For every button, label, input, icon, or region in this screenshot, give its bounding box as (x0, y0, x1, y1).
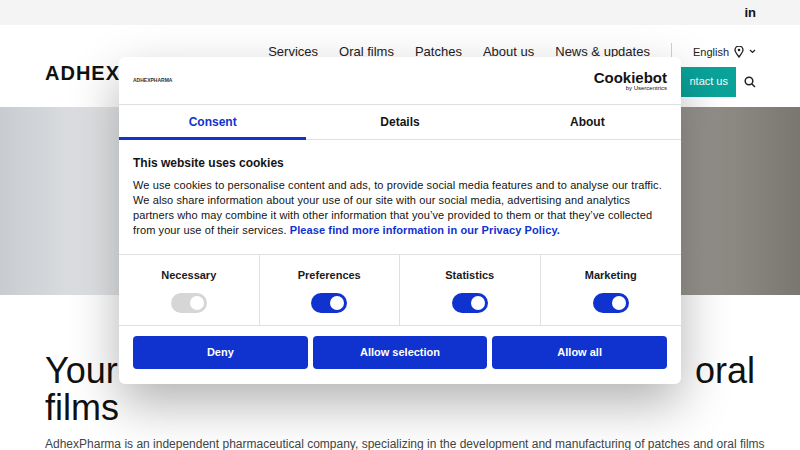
dialog-buttons: Deny Allow selection Allow all (119, 326, 681, 384)
dialog-content: This website uses cookies We use cookies… (119, 140, 681, 252)
headline-line2: films (45, 389, 755, 426)
site-logo: ADHEXPHARMA (133, 78, 172, 83)
toggle-switch[interactable] (593, 293, 629, 313)
headline-start: Your (45, 352, 118, 389)
pin-icon (734, 46, 744, 58)
cookie-dialog: ADHEXPHARMA Cookiebot by Usercentrics Co… (119, 57, 681, 384)
dialog-tab[interactable]: About (494, 105, 681, 139)
dialog-header: ADHEXPHARMA Cookiebot by Usercentrics (119, 57, 681, 105)
dialog-tabs: Consent Details About (119, 105, 681, 140)
cookiebot-logo[interactable]: Cookiebot by Usercentrics (594, 70, 667, 91)
toggle-switch[interactable] (171, 293, 207, 313)
toggle-switch[interactable] (452, 293, 488, 313)
toggle-cell: Statistics (400, 255, 541, 325)
dialog-tab[interactable]: Consent (119, 105, 306, 139)
toggle-cell: Necessary (119, 255, 260, 325)
headline-end: oral (695, 352, 755, 389)
dialog-title: This website uses cookies (133, 154, 667, 172)
intro-paragraph: AdhexPharma is an independent pharmaceut… (45, 436, 755, 450)
dialog-tab[interactable]: Details (306, 105, 493, 139)
toggle-switch[interactable] (311, 293, 347, 313)
consent-toggles: Necessary Preferences Statistics Marketi… (119, 254, 681, 326)
chevron-icon (749, 49, 756, 54)
top-bar: in (0, 0, 800, 25)
language-switch[interactable]: English (693, 44, 756, 61)
allow-all-button[interactable]: Allow all (492, 336, 667, 369)
dialog-text: We use cookies to personalise content an… (133, 178, 667, 238)
search-icon[interactable] (744, 76, 756, 88)
allow-selection-button[interactable]: Allow selection (313, 336, 488, 369)
toggle-cell: Preferences (260, 255, 401, 325)
privacy-link[interactable]: Please find more information in our Priv… (290, 224, 560, 236)
linkedin-link[interactable]: in (744, 6, 756, 19)
deny-button[interactable]: Deny (133, 336, 308, 369)
logo[interactable]: ADHEX (45, 62, 120, 84)
toggle-cell: Marketing (541, 255, 682, 325)
